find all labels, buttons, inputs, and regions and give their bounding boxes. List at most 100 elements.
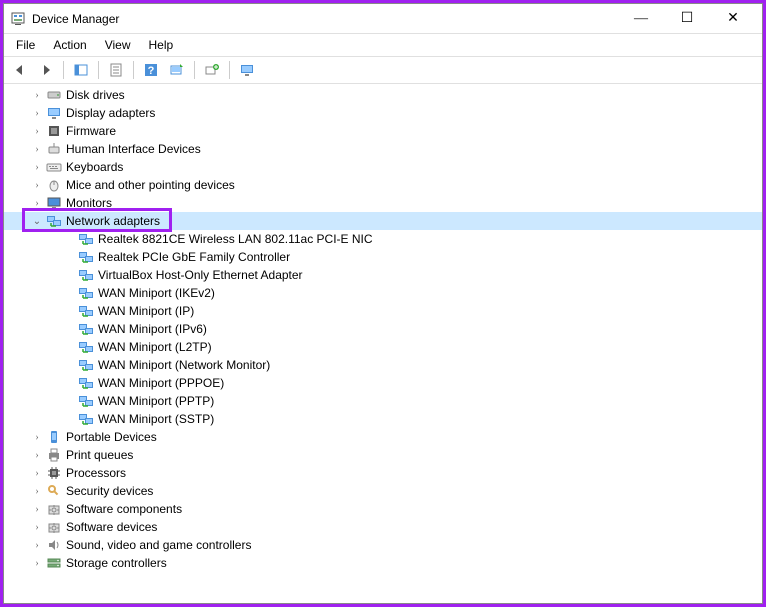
forward-button[interactable] bbox=[34, 59, 58, 81]
tree-device[interactable]: VirtualBox Host-Only Ethernet Adapter bbox=[4, 266, 762, 284]
tree-device[interactable]: WAN Miniport (SSTP) bbox=[4, 410, 762, 428]
menu-action[interactable]: Action bbox=[45, 36, 94, 54]
back-button[interactable] bbox=[8, 59, 32, 81]
expand-icon[interactable]: › bbox=[30, 556, 44, 570]
collapse-icon[interactable]: ⌄ bbox=[30, 214, 44, 228]
toolbar: ? bbox=[4, 56, 762, 84]
tree-category[interactable]: › Monitors bbox=[4, 194, 762, 212]
expand-icon[interactable]: › bbox=[30, 124, 44, 138]
expand-icon[interactable]: › bbox=[30, 538, 44, 552]
tree-category[interactable]: › Print queues bbox=[4, 446, 762, 464]
software-icon bbox=[46, 519, 62, 535]
expand-icon[interactable]: › bbox=[30, 106, 44, 120]
tree-category[interactable]: › Disk drives bbox=[4, 86, 762, 104]
mouse-icon bbox=[46, 177, 62, 193]
titlebar[interactable]: Device Manager — ☐ ✕ bbox=[4, 4, 762, 34]
tree-device[interactable]: WAN Miniport (L2TP) bbox=[4, 338, 762, 356]
tree-category[interactable]: › Sound, video and game controllers bbox=[4, 536, 762, 554]
network-icon bbox=[78, 339, 94, 355]
device-label: WAN Miniport (PPTP) bbox=[98, 394, 214, 408]
tree-category[interactable]: ›Mice and other pointing devices bbox=[4, 176, 762, 194]
category-label: Security devices bbox=[66, 484, 153, 498]
network-icon bbox=[78, 267, 94, 283]
device-label: WAN Miniport (SSTP) bbox=[98, 412, 214, 426]
network-icon bbox=[78, 393, 94, 409]
tree-device[interactable]: Realtek 8821CE Wireless LAN 802.11ac PCI… bbox=[4, 230, 762, 248]
tree-category[interactable]: › Software components bbox=[4, 500, 762, 518]
minimize-button[interactable]: — bbox=[618, 5, 664, 33]
disk-icon bbox=[46, 87, 62, 103]
tree-category[interactable]: › Portable Devices bbox=[4, 428, 762, 446]
network-icon bbox=[78, 411, 94, 427]
device-label: WAN Miniport (IPv6) bbox=[98, 322, 207, 336]
category-label: Disk drives bbox=[66, 88, 125, 102]
network-icon bbox=[78, 321, 94, 337]
category-label: Print queues bbox=[66, 448, 133, 462]
tree-device[interactable]: WAN Miniport (IPv6) bbox=[4, 320, 762, 338]
portable-icon bbox=[46, 429, 62, 445]
expand-icon[interactable]: › bbox=[30, 466, 44, 480]
network-icon bbox=[78, 285, 94, 301]
tree-category[interactable]: ⌄ Network adapters bbox=[4, 212, 762, 230]
menu-view[interactable]: View bbox=[97, 36, 139, 54]
storage-icon bbox=[46, 555, 62, 571]
device-tree[interactable]: › Disk drives › Display adapters ›Firmware›H… bbox=[4, 84, 762, 603]
firmware-icon bbox=[46, 123, 62, 139]
category-label: Storage controllers bbox=[66, 556, 167, 570]
toolbar-separator bbox=[98, 61, 99, 79]
device-label: WAN Miniport (IP) bbox=[98, 304, 194, 318]
toolbar-separator bbox=[229, 61, 230, 79]
hid-icon bbox=[46, 141, 62, 157]
tree-category[interactable]: ›Keyboards bbox=[4, 158, 762, 176]
tree-category[interactable]: › Security devices bbox=[4, 482, 762, 500]
app-icon bbox=[10, 11, 26, 27]
category-label: Monitors bbox=[66, 196, 112, 210]
maximize-button[interactable]: ☐ bbox=[664, 5, 710, 33]
expand-icon[interactable]: › bbox=[30, 88, 44, 102]
expand-icon[interactable]: › bbox=[30, 142, 44, 156]
category-label: Portable Devices bbox=[66, 430, 157, 444]
category-label: Sound, video and game controllers bbox=[66, 538, 251, 552]
tree-category[interactable]: ›Firmware bbox=[4, 122, 762, 140]
expand-icon[interactable]: › bbox=[30, 430, 44, 444]
expand-icon[interactable]: › bbox=[30, 178, 44, 192]
tree-category[interactable]: › Storage controllers bbox=[4, 554, 762, 572]
category-label: Display adapters bbox=[66, 106, 155, 120]
tree-device[interactable]: Realtek PCIe GbE Family Controller bbox=[4, 248, 762, 266]
scan-button[interactable] bbox=[165, 59, 189, 81]
category-label: Network adapters bbox=[66, 214, 160, 228]
category-label: Software components bbox=[66, 502, 182, 516]
close-button[interactable]: ✕ bbox=[710, 5, 756, 33]
expand-icon[interactable]: › bbox=[30, 502, 44, 516]
tree-device[interactable]: WAN Miniport (PPTP) bbox=[4, 392, 762, 410]
svg-text:?: ? bbox=[148, 65, 155, 77]
tree-device[interactable]: WAN Miniport (Network Monitor) bbox=[4, 356, 762, 374]
tree-category[interactable]: ›Human Interface Devices bbox=[4, 140, 762, 158]
expand-icon[interactable]: › bbox=[30, 160, 44, 174]
expand-icon[interactable]: › bbox=[30, 448, 44, 462]
properties-button[interactable] bbox=[104, 59, 128, 81]
expand-icon[interactable]: › bbox=[30, 196, 44, 210]
device-label: WAN Miniport (L2TP) bbox=[98, 340, 212, 354]
menu-file[interactable]: File bbox=[8, 36, 43, 54]
tree-category[interactable]: ›Software devices bbox=[4, 518, 762, 536]
keyboard-icon bbox=[46, 159, 62, 175]
tree-device[interactable]: WAN Miniport (IKEv2) bbox=[4, 284, 762, 302]
expand-icon[interactable]: › bbox=[30, 484, 44, 498]
printer-icon bbox=[46, 447, 62, 463]
device-label: WAN Miniport (Network Monitor) bbox=[98, 358, 270, 372]
network-icon bbox=[78, 303, 94, 319]
expand-icon[interactable]: › bbox=[30, 520, 44, 534]
tree-category[interactable]: ›Processors bbox=[4, 464, 762, 482]
show-hide-console-button[interactable] bbox=[69, 59, 93, 81]
help-button[interactable]: ? bbox=[139, 59, 163, 81]
tree-category[interactable]: › Display adapters bbox=[4, 104, 762, 122]
menu-help[interactable]: Help bbox=[141, 36, 182, 54]
network-icon bbox=[78, 357, 94, 373]
tree-device[interactable]: WAN Miniport (PPPOE) bbox=[4, 374, 762, 392]
add-device-button[interactable] bbox=[200, 59, 224, 81]
tree-device[interactable]: WAN Miniport (IP) bbox=[4, 302, 762, 320]
devices-button[interactable] bbox=[235, 59, 259, 81]
network-icon bbox=[78, 375, 94, 391]
toolbar-separator bbox=[194, 61, 195, 79]
